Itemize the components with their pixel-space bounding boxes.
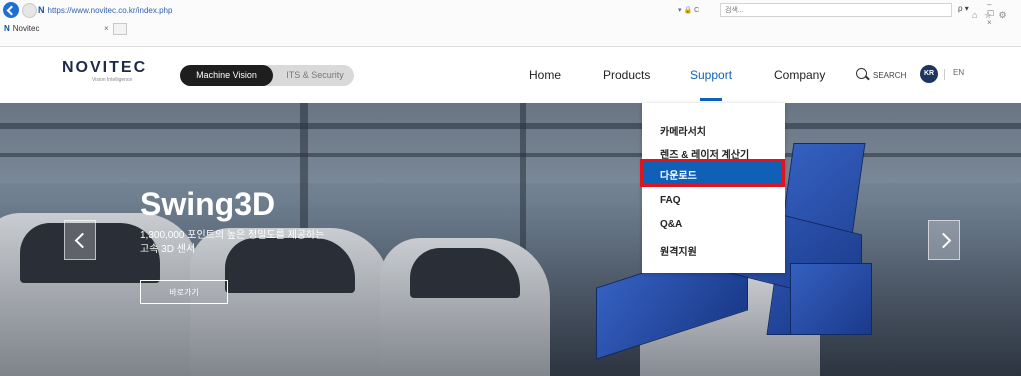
browser-search-input[interactable]: 검색... [720, 3, 952, 17]
url-text: https://www.novitec.co.kr/index.php [47, 6, 173, 15]
hero-title: Swing3D [140, 186, 276, 222]
active-nav-indicator [700, 98, 722, 101]
forward-button[interactable] [22, 3, 37, 18]
novitec-logo[interactable]: NOVITEC Vision Intelligence [62, 59, 147, 83]
dropdown-item-remote-support[interactable]: 원격지원 [660, 243, 697, 258]
carousel-next-button[interactable] [928, 220, 960, 260]
nav-home[interactable]: Home [529, 68, 561, 82]
lang-divider [944, 69, 945, 80]
support-dropdown-menu: 카메라서치 렌즈 & 레이저 계산기 FAQ Q&A 원격지원 [642, 103, 785, 273]
back-button[interactable] [3, 2, 19, 18]
nav-products[interactable]: Products [603, 68, 650, 82]
segment-machine-vision[interactable]: Machine Vision [180, 65, 273, 86]
hero-ceiling [0, 103, 1021, 183]
dropdown-item-qna[interactable]: Q&A [660, 219, 682, 230]
hero-subtitle-line: 고속 3D 센서 [140, 244, 196, 255]
site-header: NOVITEC Vision Intelligence Machine Visi… [0, 47, 1021, 103]
browser-tab[interactable]: N Novitec × [4, 22, 116, 36]
highlight-annotation-box [640, 159, 785, 187]
search-go-icon[interactable]: ρ ▾ [958, 4, 969, 13]
hero-banner: Swing3D 1,300,000 포인트의 높은 정밀도를 제공하는 고속 3… [0, 103, 1021, 376]
dropdown-item-camera-search[interactable]: 카메라서치 [660, 123, 706, 138]
tab-title: Novitec [12, 24, 40, 33]
search-label: SEARCH [873, 71, 907, 80]
new-tab-button[interactable] [113, 23, 127, 35]
hero-cta-button[interactable]: 바로가기 [140, 280, 228, 304]
logo-text: NOVITEC [62, 59, 148, 76]
address-bar[interactable]: Nhttps://www.novitec.co.kr/index.php [38, 2, 638, 19]
site-search[interactable]: SEARCH [856, 67, 906, 80]
segment-its-security[interactable]: ITS & Security [276, 65, 354, 86]
tab-close-icon[interactable]: × [104, 22, 109, 36]
window-controls[interactable]: – ☐ × [987, 0, 1021, 27]
search-icon [856, 68, 867, 79]
hero-subtitle: 1,300,000 포인트의 높은 정밀도를 제공하는 고속 3D 센서 [140, 229, 324, 257]
hero-subtitle-line: 1,300,000 포인트의 높은 정밀도를 제공하는 [140, 230, 325, 241]
browser-chrome: Nhttps://www.novitec.co.kr/index.php ▾ 🔒… [0, 0, 1021, 47]
carousel-prev-button[interactable] [64, 220, 96, 260]
hero-car-window [410, 248, 520, 298]
dropdown-item-faq[interactable]: FAQ [660, 195, 681, 206]
favicon-icon: N [38, 5, 45, 15]
favicon-icon: N [4, 24, 10, 33]
hero-beam [0, 123, 1021, 129]
lang-en-button[interactable]: EN [953, 68, 964, 77]
nav-company[interactable]: Company [774, 68, 825, 82]
business-toggle: Machine Vision ITS & Security [180, 65, 354, 86]
address-tools[interactable]: ▾ 🔒 C [678, 6, 699, 14]
swing3d-sensor-image [790, 263, 872, 335]
hero-beam [0, 153, 1021, 157]
nav-support[interactable]: Support [690, 68, 732, 82]
lang-kr-button[interactable]: KR [920, 65, 938, 83]
logo-tagline: Vision Intelligence [92, 77, 133, 83]
